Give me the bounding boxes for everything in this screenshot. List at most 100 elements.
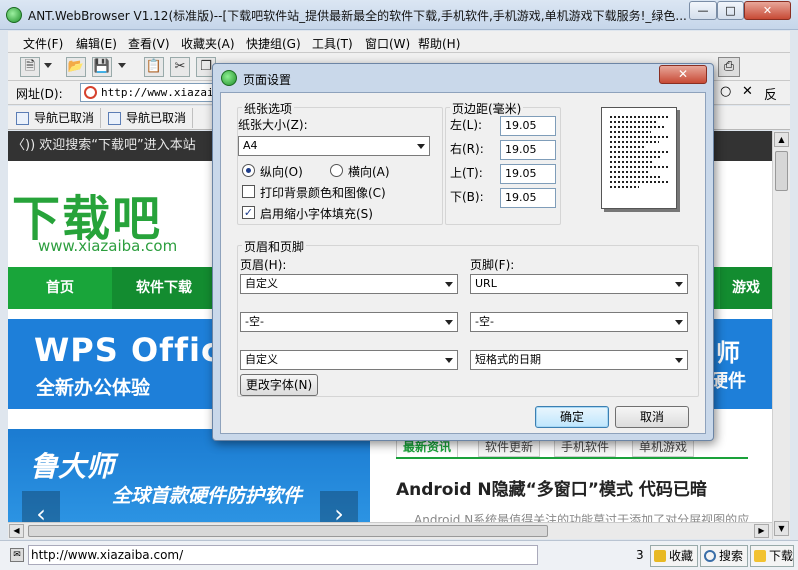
cut-icon[interactable]: ✂	[170, 57, 190, 77]
banner-subtitle: 全球首款硬件防护软件	[112, 485, 303, 507]
menu-window[interactable]: 窗口(W)	[365, 35, 410, 52]
nav-games[interactable]: 游戏	[720, 267, 772, 309]
news-headline[interactable]: Android N隐藏“多窗口”模式 代码已暗	[396, 475, 707, 500]
scroll-thumb[interactable]	[775, 151, 788, 191]
margin-left-input[interactable]: 19.05	[500, 116, 556, 136]
footer-select-1-value: URL	[475, 277, 497, 290]
chevron-down-icon	[675, 282, 683, 287]
paper-size-select[interactable]: A4	[238, 136, 430, 156]
chevron-down-icon[interactable]	[118, 63, 126, 68]
paper-size-value: A4	[243, 139, 258, 152]
scroll-right-icon[interactable]: ▶	[754, 524, 769, 538]
chevron-down-icon	[445, 282, 453, 287]
margin-bottom-input[interactable]: 19.05	[500, 188, 556, 208]
title-bar[interactable]: ANT.WebBrowser V1.12(标准版)--[下载吧软件站_提供最新最…	[0, 0, 798, 30]
dialog-body: 纸张选项 纸张大小(Z): A4 纵向(O) 横向(A) 打印背景颜色和图像(C…	[220, 92, 706, 434]
paper-size-label: 纸张大小(Z):	[238, 118, 308, 132]
scroll-thumb[interactable]	[28, 525, 548, 537]
downloads-label: 下载	[769, 549, 794, 563]
site-icon	[84, 86, 97, 99]
margin-top-label: 上(T):	[450, 166, 483, 180]
header-footer-group: 页眉和页脚 页眉(H): 页脚(F): 自定义 URL -空- -空- 自定义	[237, 238, 699, 397]
address-input[interactable]: http://www.xiazaiba.com/	[80, 83, 220, 102]
print-background-label[interactable]: 打印背景颜色和图像(C)	[260, 184, 386, 201]
back-icon[interactable]: 反	[764, 84, 777, 103]
downloads-button[interactable]: 下载	[750, 545, 794, 567]
page-icon	[108, 112, 121, 125]
chevron-down-icon	[445, 320, 453, 325]
address-label: 网址(D):	[16, 87, 63, 101]
footer-select-2[interactable]: -空-	[470, 312, 688, 332]
banner-title: 鲁大师	[30, 450, 115, 483]
stop-icon[interactable]: ○	[720, 84, 731, 99]
banner-right-text: 硬件	[710, 371, 746, 392]
margins-group: 页边距(毫米) 左(L): 19.05 右(R): 19.05 上(T): 19…	[445, 100, 561, 225]
chevron-down-icon	[417, 144, 425, 149]
open-folder-icon[interactable]: 📂	[66, 57, 86, 77]
search-button[interactable]: 搜索	[700, 545, 748, 567]
landscape-label[interactable]: 横向(A)	[348, 163, 390, 180]
margin-right-label: 右(R):	[450, 142, 484, 156]
vertical-scrollbar[interactable]: ▲ ▼	[772, 131, 790, 539]
menu-edit[interactable]: 编辑(E)	[76, 35, 117, 52]
margin-bottom-label: 下(B):	[450, 190, 484, 204]
footer-label: 页脚(F):	[470, 258, 515, 272]
banner-subtitle: 全新办公体验	[36, 377, 151, 399]
ok-button[interactable]: 确定	[535, 406, 609, 428]
scroll-up-icon[interactable]: ▲	[774, 132, 789, 147]
shrink-to-fit-checkbox[interactable]: ✓	[242, 206, 255, 219]
header-select-3-value: 自定义	[245, 353, 278, 366]
margin-right-input[interactable]: 19.05	[500, 140, 556, 160]
footer-select-3-value: 短格式的日期	[475, 353, 541, 366]
menu-help[interactable]: 帮助(H)	[418, 35, 460, 52]
dialog-title: 页面设置	[243, 73, 292, 87]
shrink-to-fit-label[interactable]: 启用缩小字体填充(S)	[260, 205, 373, 222]
menu-favorites[interactable]: 收藏夹(A)	[181, 35, 235, 52]
menu-quickgroup[interactable]: 快捷组(G)	[246, 35, 301, 52]
tab-label: 导航已取消	[126, 111, 187, 125]
tab-page[interactable]: 导航已取消	[12, 108, 102, 128]
header-select-1[interactable]: 自定义	[240, 274, 458, 294]
paper-options-group: 纸张选项 纸张大小(Z): A4 纵向(O) 横向(A) 打印背景颜色和图像(C…	[237, 100, 443, 225]
favorites-button[interactable]: 收藏	[650, 545, 698, 567]
close-icon[interactable]: ✕	[742, 84, 753, 99]
print-background-checkbox[interactable]	[242, 185, 255, 198]
menu-bar: 文件(F) 编辑(E) 查看(V) 收藏夹(A) 快捷组(G) 工具(T) 窗口…	[8, 31, 790, 53]
header-label: 页眉(H):	[240, 258, 287, 272]
save-icon[interactable]: 💾	[92, 57, 112, 77]
header-select-2[interactable]: -空-	[240, 312, 458, 332]
chevron-down-icon[interactable]	[44, 63, 52, 68]
new-page-icon[interactable]: 🗎	[20, 57, 40, 77]
header-select-3[interactable]: 自定义	[240, 350, 458, 370]
menu-tools[interactable]: 工具(T)	[312, 35, 353, 52]
footer-select-1[interactable]: URL	[470, 274, 688, 294]
site-domain: www.xiazaiba.com	[38, 237, 178, 255]
margin-top-input[interactable]: 19.05	[500, 164, 556, 184]
footer-select-3[interactable]: 短格式的日期	[470, 350, 688, 370]
app-icon	[6, 7, 22, 23]
banner-right-text: 师	[716, 339, 740, 367]
scroll-down-icon[interactable]: ▼	[774, 521, 789, 536]
search-icon	[704, 550, 716, 562]
scroll-left-icon[interactable]: ◀	[9, 524, 24, 538]
close-button[interactable]: ✕	[744, 1, 791, 20]
properties-icon[interactable]: 📋	[144, 57, 164, 77]
nav-software[interactable]: 软件下载	[112, 267, 216, 309]
menu-view[interactable]: 查看(V)	[128, 35, 170, 52]
landscape-radio[interactable]	[330, 164, 343, 177]
portrait-radio[interactable]	[242, 164, 255, 177]
print-icon[interactable]: ⎙	[718, 57, 740, 77]
tab-page[interactable]: 导航已取消	[104, 108, 194, 128]
header-footer-legend: 页眉和页脚	[242, 238, 307, 255]
menu-file[interactable]: 文件(F)	[23, 35, 63, 52]
maximize-button[interactable]: □	[717, 1, 744, 20]
horizontal-scrollbar[interactable]: ◀ ▶	[8, 522, 772, 539]
minimize-button[interactable]: —	[689, 1, 717, 20]
banner-title: WPS Offic	[34, 331, 221, 369]
portrait-label[interactable]: 纵向(O)	[260, 163, 303, 180]
status-page-icon: ✉	[10, 548, 24, 562]
change-font-button[interactable]: 更改字体(N)	[240, 374, 318, 396]
dialog-close-button[interactable]: ✕	[659, 65, 707, 84]
nav-home[interactable]: 首页	[8, 267, 112, 309]
cancel-button[interactable]: 取消	[615, 406, 689, 428]
